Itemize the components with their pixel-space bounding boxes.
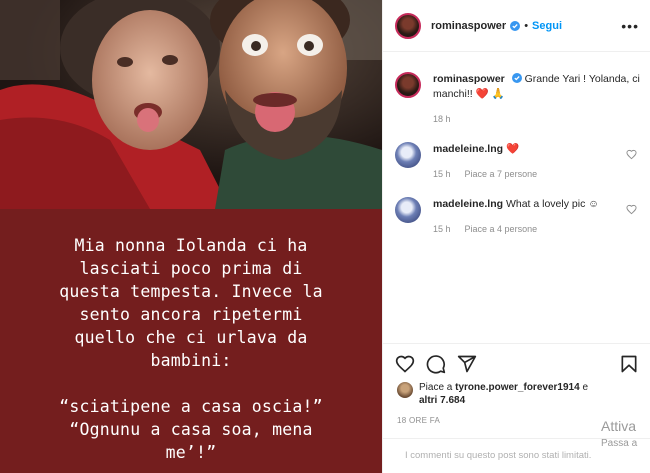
list-item: madeleine.lng ❤️ 15 h Piace a 7 persone [395,142,645,182]
story-image: Mia nonna Iolanda ci ha lasciati poco pr… [0,0,382,473]
likes-others[interactable]: altri 7.684 [419,395,465,406]
list-item: madeleine.lng What a lovely pic ☺ 15 h P… [395,197,645,237]
likes-user[interactable]: tyrone.power_forever1914 [455,382,580,393]
avatar[interactable] [395,197,421,223]
caption-line: bambini: [150,351,232,370]
likes-suffix: e [582,382,588,393]
avatar[interactable] [395,142,421,168]
likes-prefix: Piace a [419,382,453,393]
avatar[interactable] [395,12,421,39]
header-username[interactable]: rominaspower [431,20,506,32]
caption-line: sento ancora ripetermi [79,305,303,324]
separator-dot: • [524,19,529,32]
comment-likes[interactable]: Piace a 4 persone [465,222,538,237]
post-panel: rominaspower • Segui ••• rominaspower Gr… [382,0,650,473]
comment-body: rominaspower Grande Yari ! Yolanda, ci m… [433,72,645,127]
comment-time[interactable]: 15 h [433,222,451,237]
comment-body: madeleine.lng ❤️ 15 h Piace a 7 persone [433,142,537,182]
caption-line: “sciatipene a casa oscia!” [59,397,323,416]
caption-line: Mia nonna Iolanda ci ha [74,236,308,255]
like-comment-heart-icon[interactable] [626,149,637,160]
comment-meta: 15 h Piace a 7 persone [433,167,537,182]
follow-button[interactable]: Segui [532,20,562,32]
likes-summary: Piace a tyrone.power_forever1914 e altri… [397,381,647,407]
post-time[interactable]: 18 ORE FA [397,416,440,425]
comment-username[interactable]: madeleine.lng [433,143,503,155]
comments-list: rominaspower Grande Yari ! Yolanda, ci m… [383,52,650,342]
comment-time[interactable]: 15 h [433,167,451,182]
watermark-line1: Attiva [601,418,637,434]
avatar[interactable] [395,72,421,98]
selfie-photo [0,0,382,209]
comment-time[interactable]: 18 h [433,112,451,127]
verified-badge-icon [511,73,522,83]
comment-likes[interactable]: Piace a 7 persone [465,167,538,182]
caption-line: lasciati poco prima di [79,259,303,278]
post-header: rominaspower • Segui ••• [383,0,650,52]
like-comment-heart-icon[interactable] [626,204,637,215]
share-icon[interactable] [457,354,477,374]
comment-meta: 18 h [433,112,645,127]
windows-activation-watermark: Attiva Passa a [601,418,637,452]
list-item: rominaspower Grande Yari ! Yolanda, ci m… [395,72,645,127]
comment-username[interactable]: madeleine.lng [433,198,503,210]
more-options-icon[interactable]: ••• [621,18,639,34]
watermark-line2: Passa a [601,438,638,449]
avatar[interactable] [397,382,413,398]
comment-meta: 15 h Piace a 4 persone [433,222,599,237]
caption-line: “Ognunu a casa soa, mena [69,420,313,439]
heart-icon[interactable] [395,354,415,374]
bookmark-icon[interactable] [619,354,639,374]
post-actions [383,343,650,375]
story-caption: Mia nonna Iolanda ci ha lasciati poco pr… [0,209,382,473]
caption-line: me’!” [165,443,217,462]
caption-line: quello che ci urlava da [74,328,308,347]
comment-text: What a lovely pic ☺ [505,198,599,210]
comment-icon[interactable] [426,354,446,374]
comment-username[interactable]: rominaspower [433,73,505,85]
verified-badge-icon [510,20,521,31]
caption-gap [0,372,382,395]
comment-body: madeleine.lng What a lovely pic ☺ 15 h P… [433,197,599,237]
comment-text: ❤️ [505,143,520,155]
caption-line: questa tempesta. Invece la [59,282,323,301]
